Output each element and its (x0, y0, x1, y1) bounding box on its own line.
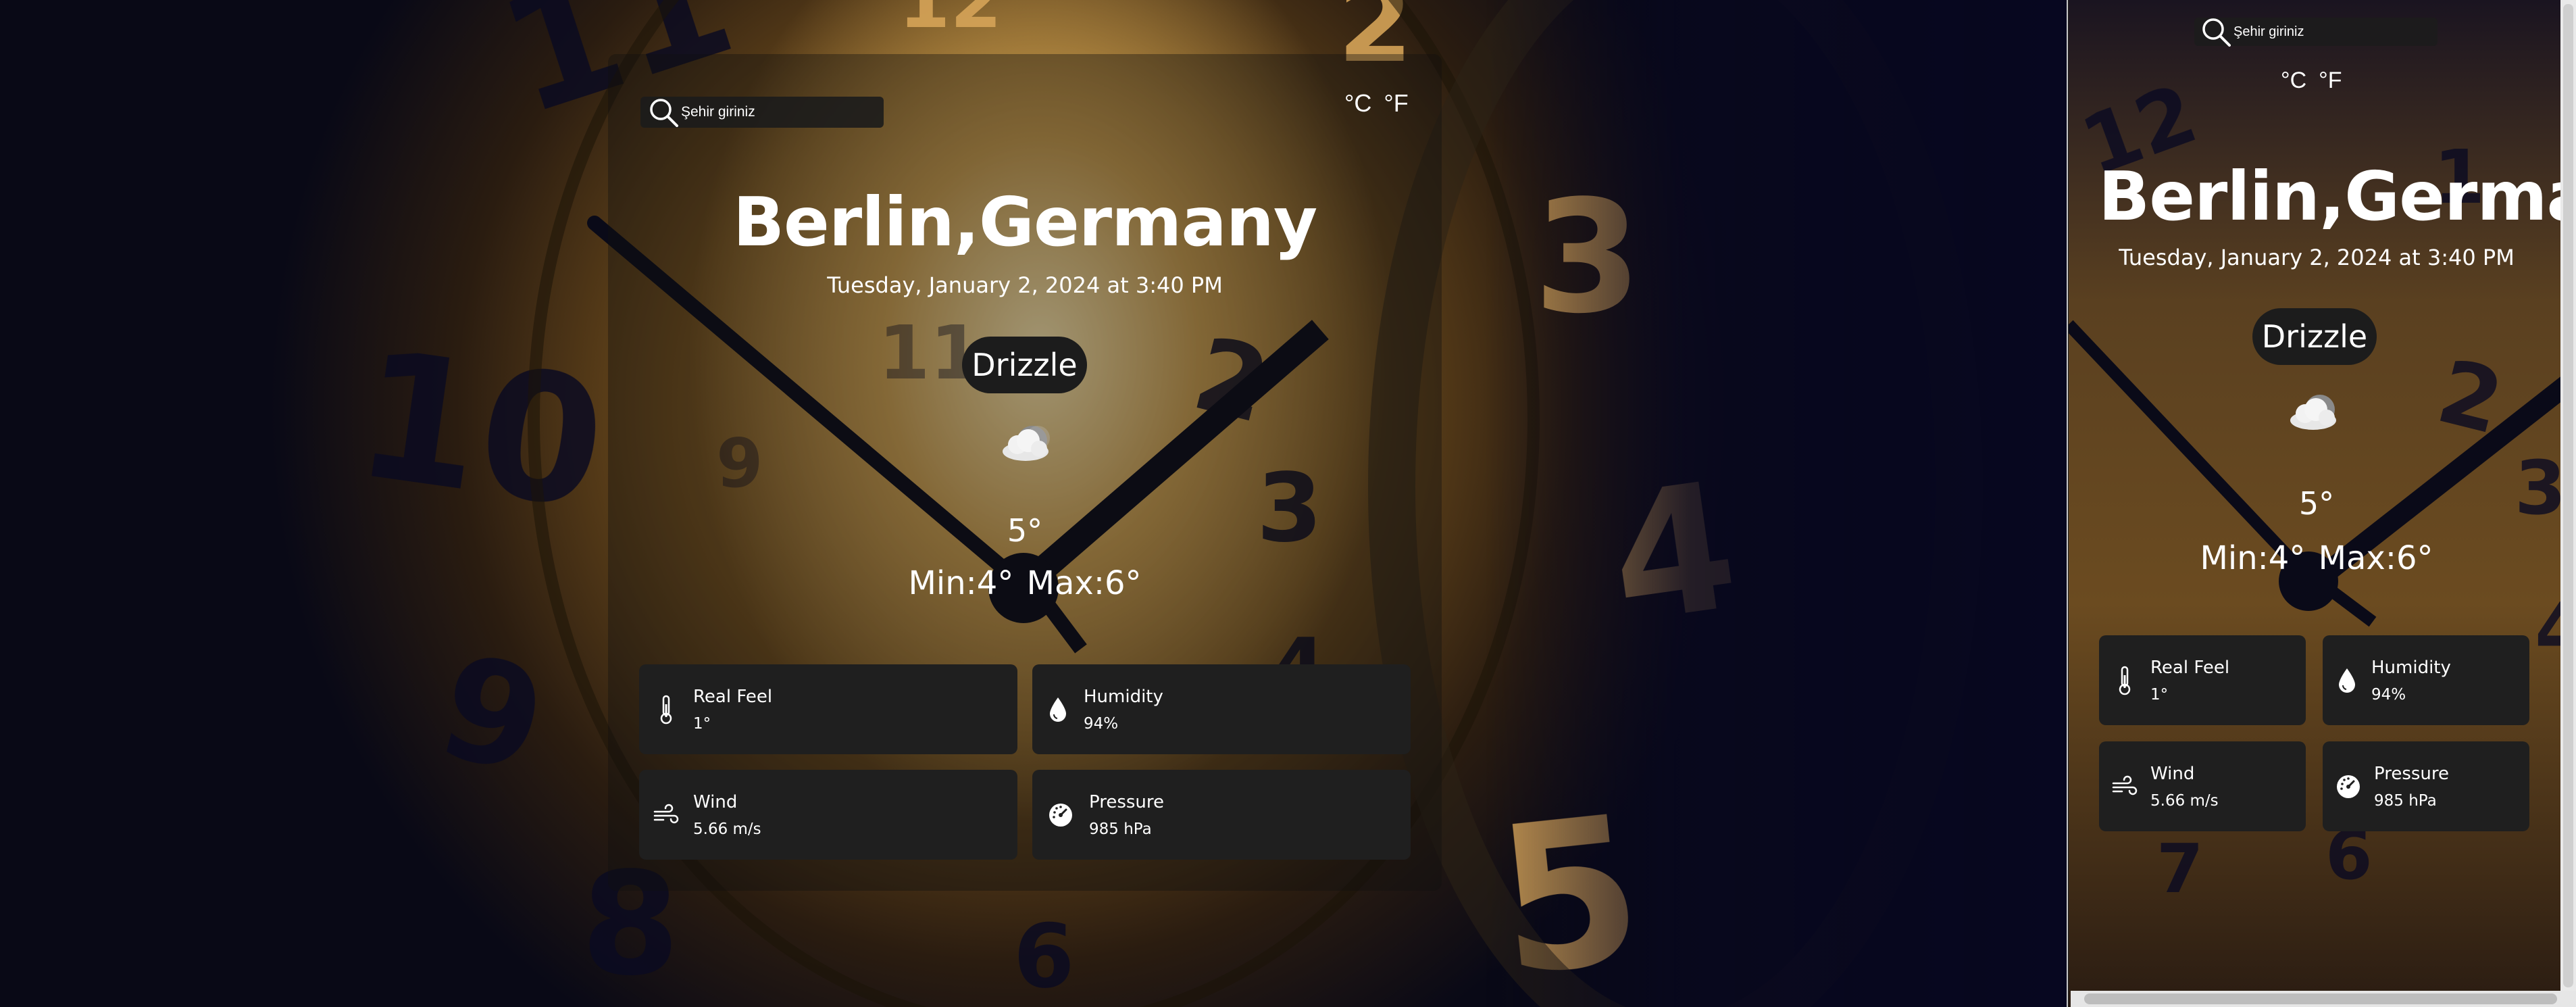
mobile-pressure-value: 985 hPa (2374, 791, 2437, 810)
cloud-moon-icon (993, 418, 1061, 474)
city-name: Berlin,Germany (732, 182, 1317, 262)
mobile-wind-tile: Wind 5.66 m/s (2099, 741, 2306, 831)
mobile-wind-value: 5.66 m/s (2150, 791, 2219, 810)
vertical-scrollbar-thumb[interactable] (2563, 4, 2573, 987)
wind-tile: Wind 5.66 m/s (639, 770, 1017, 860)
min-temperature: Min:4° (908, 564, 1014, 602)
condition-badge: Drizzle (962, 337, 1087, 393)
wind-value: 5.66 m/s (693, 820, 761, 838)
search-input[interactable] (680, 103, 872, 121)
pressure-tile: Pressure 985 hPa (1032, 770, 1411, 860)
svg-text:9: 9 (424, 622, 560, 807)
mobile-humidity-value: 94% (2371, 685, 2406, 704)
min-max-temperature: Min:4° Max:6° (608, 564, 1442, 602)
svg-text:6: 6 (1013, 905, 1074, 1007)
wind-label: Wind (693, 791, 738, 812)
humidity-label: Humidity (1084, 686, 1163, 707)
mobile-content: Berlin,Germany Tuesday, January 2, 2024 … (2069, 0, 2576, 1007)
mobile-wind-icon (2099, 775, 2150, 798)
mobile-pressure-tile: Pressure 985 hPa (2323, 741, 2529, 831)
real-feel-tile: Real Feel 1° (639, 664, 1017, 754)
svg-text:12: 12 (899, 0, 1002, 45)
mobile-real-feel-tile: Real Feel 1° (2099, 635, 2306, 725)
mobile-temperature: 5° (2298, 485, 2335, 522)
mobile-city-name: Berlin,Germany (2098, 157, 2576, 236)
mobile-humidity-label: Humidity (2371, 657, 2451, 678)
mobile-max-temperature: Max:6° (2318, 539, 2433, 577)
mobile-min-temperature: Min:4° (2200, 539, 2306, 577)
search-icon[interactable] (649, 97, 678, 127)
mobile-wind-label: Wind (2150, 763, 2195, 784)
weather-card: °C °F Berlin,Germany Tuesday, January 2,… (608, 54, 1442, 891)
mobile-min-max-temperature: Min:4° Max:6° (2069, 539, 2565, 577)
date-time: Tuesday, January 2, 2024 at 3:40 PM (827, 272, 1223, 298)
droplet-icon (1032, 696, 1084, 723)
humidity-value: 94% (1084, 714, 1119, 733)
horizontal-scrollbar-thumb[interactable] (2084, 993, 2557, 1004)
background-shadow (1486, 0, 2069, 1007)
wind-icon (639, 804, 693, 827)
max-temperature: Max:6° (1026, 564, 1142, 602)
unit-toggle: °C °F (1344, 89, 1409, 118)
temperature: 5° (1007, 512, 1043, 549)
mobile-thermometer-icon (2099, 666, 2150, 695)
search-bar[interactable] (640, 97, 884, 128)
humidity-tile: Humidity 94% (1032, 664, 1411, 754)
fahrenheit-button[interactable]: °F (1384, 89, 1408, 118)
mobile-cloud-moon-icon (2281, 387, 2348, 443)
thermometer-icon (639, 695, 693, 724)
gauge-icon (1032, 802, 1089, 828)
mobile-gauge-icon (2323, 774, 2374, 800)
pressure-label: Pressure (1089, 791, 1165, 812)
celsius-button[interactable]: °C (1344, 89, 1371, 118)
mobile-droplet-icon (2323, 667, 2371, 694)
svg-text:10: 10 (345, 312, 615, 548)
real-feel-value: 1° (693, 714, 711, 733)
pressure-value: 985 hPa (1089, 820, 1152, 838)
mobile-humidity-tile: Humidity 94% (2323, 635, 2529, 725)
mobile-real-feel-label: Real Feel (2150, 657, 2230, 678)
mobile-real-feel-value: 1° (2150, 685, 2169, 704)
mobile-pressure-label: Pressure (2374, 763, 2450, 784)
real-feel-label: Real Feel (693, 686, 773, 707)
mobile-condition-badge: Drizzle (2252, 308, 2377, 365)
mobile-date-time: Tuesday, January 2, 2024 at 3:40 PM (2119, 245, 2515, 270)
